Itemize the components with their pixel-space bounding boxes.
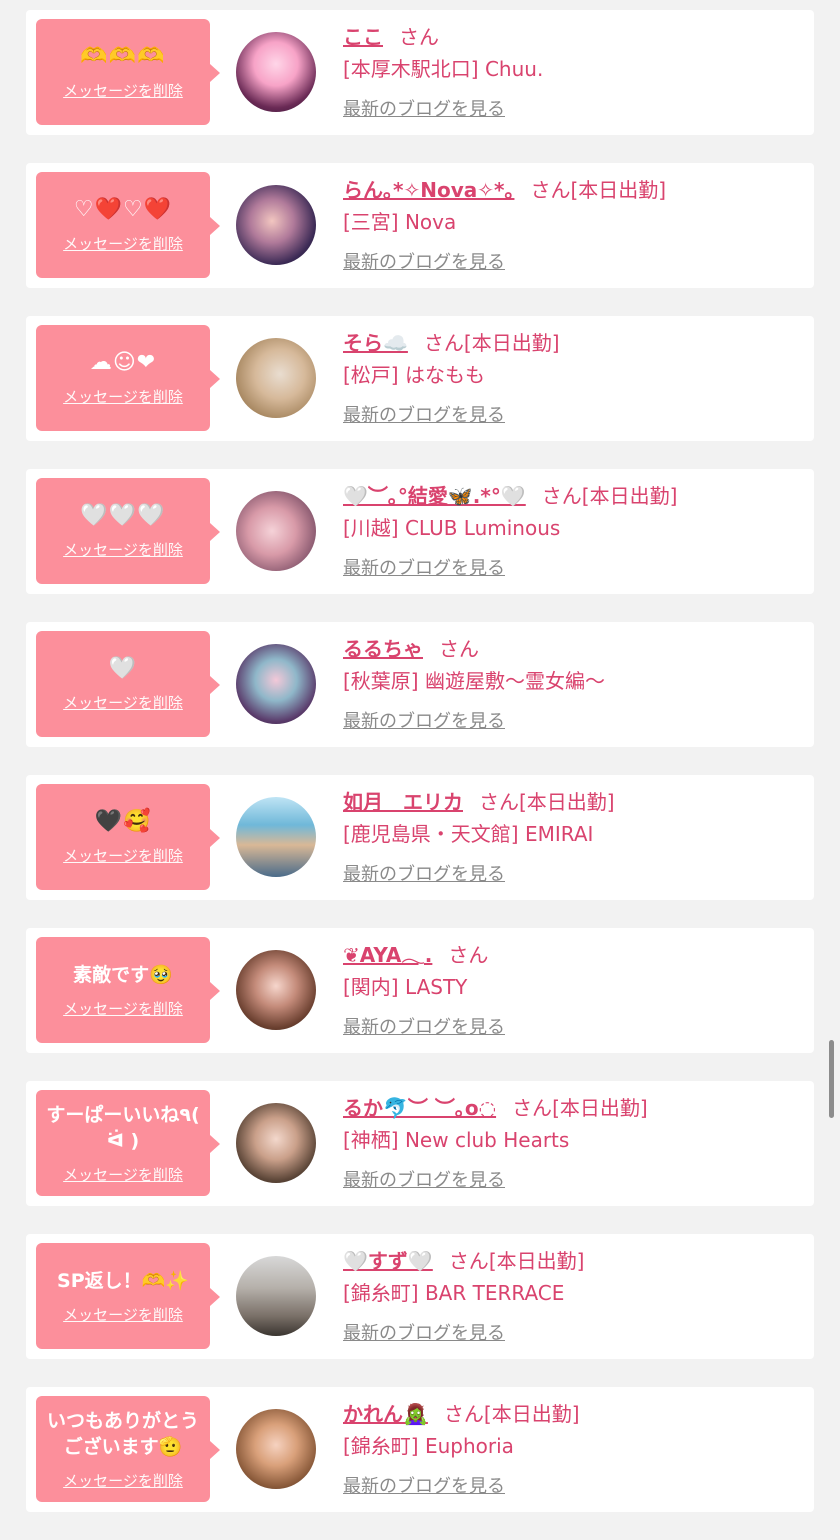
- delete-message-link[interactable]: メッセージを削除: [63, 1470, 183, 1491]
- message-text: 🤍🤍🤍: [80, 502, 166, 528]
- honorific: さん: [423, 331, 464, 355]
- cast-name-link[interactable]: そら☁️: [343, 331, 408, 355]
- message-bubble: すーぱーいいね٩( ᐛ ) メッセージを削除: [36, 1090, 220, 1196]
- shop-name: [松戸] はなもも: [343, 363, 485, 387]
- delete-message-link[interactable]: メッセージを削除: [63, 1304, 183, 1325]
- delete-message-link[interactable]: メッセージを削除: [63, 1164, 183, 1185]
- status-text: [本日出勤]: [552, 1096, 648, 1120]
- latest-blog-link[interactable]: 最新のブログを見る: [343, 1013, 505, 1039]
- status-text: [本日出勤]: [488, 1249, 585, 1273]
- latest-blog-link[interactable]: 最新のブログを見る: [343, 707, 505, 733]
- honorific: さん: [448, 1249, 489, 1273]
- avatar[interactable]: [236, 1103, 316, 1183]
- latest-blog-link[interactable]: 最新のブログを見る: [343, 1319, 505, 1345]
- avatar[interactable]: [236, 338, 316, 418]
- message-bubble: 🫶🫶🫶 メッセージを削除: [36, 19, 220, 125]
- latest-blog-link[interactable]: 最新のブログを見る: [343, 1166, 505, 1192]
- delete-message-link[interactable]: メッセージを削除: [63, 692, 183, 713]
- cast-name-link[interactable]: ❦AYA𓂃.: [343, 943, 432, 967]
- cast-name-link[interactable]: るるちゃ: [343, 637, 423, 661]
- message-card: ☁︎☺︎❤︎ メッセージを削除 そら☁️ さん[本日出勤] [松戸] はなもも 最…: [26, 316, 814, 441]
- message-bubble: ☁︎☺︎❤︎ メッセージを削除: [36, 325, 220, 431]
- honorific: さん: [448, 943, 489, 967]
- honorific: さん: [439, 637, 479, 661]
- message-bubble: SP返し！🫶✨ メッセージを削除: [36, 1243, 220, 1349]
- message-card: 🖤🥰 メッセージを削除 如月 エリカ さん[本日出勤] [鹿児島県・天文館] EM…: [26, 775, 814, 900]
- honorific: さん: [541, 484, 582, 508]
- message-text: いつもありがとうございます🫡: [46, 1409, 199, 1458]
- message-bubble: 🤍 メッセージを削除: [36, 631, 220, 737]
- shop-name: [錦糸町] BAR TERRACE: [343, 1281, 565, 1305]
- shop-name: [鹿児島県・天文館] EMIRAI: [343, 822, 594, 846]
- status-text: [本日出勤]: [483, 1402, 580, 1426]
- delete-message-link[interactable]: メッセージを削除: [63, 539, 183, 560]
- avatar[interactable]: [236, 950, 316, 1030]
- delete-message-link[interactable]: メッセージを削除: [63, 845, 183, 866]
- latest-blog-link[interactable]: 最新のブログを見る: [343, 1472, 505, 1498]
- message-text: ☁︎☺︎❤︎: [89, 349, 157, 375]
- message-card: 🤍 メッセージを削除 るるちゃ さん [秋葉原] 幽遊屋敷〜霊女編〜 最新のブログ…: [26, 622, 814, 747]
- latest-blog-link[interactable]: 最新のブログを見る: [343, 95, 505, 121]
- delete-message-link[interactable]: メッセージを削除: [63, 386, 183, 407]
- honorific: さん: [399, 25, 439, 49]
- cast-name-link[interactable]: ここ: [343, 25, 383, 49]
- honorific: さん: [443, 1402, 484, 1426]
- latest-blog-link[interactable]: 最新のブログを見る: [343, 248, 505, 274]
- message-card: いつもありがとうございます🫡 メッセージを削除 かれん🧟‍♀️ さん[本日出勤] …: [26, 1387, 814, 1512]
- message-card: すーぱーいいね٩( ᐛ ) メッセージを削除 るか🐬︶ ︶｡o◌ さん[本日出勤]…: [26, 1081, 814, 1206]
- shop-name: [神栖] New club Hearts: [343, 1128, 570, 1152]
- latest-blog-link[interactable]: 最新のブログを見る: [343, 554, 505, 580]
- latest-blog-link[interactable]: 最新のブログを見る: [343, 401, 505, 427]
- avatar[interactable]: [236, 32, 316, 112]
- cast-name-link[interactable]: 🤍︶｡°結愛🦋.*°🤍: [343, 484, 526, 508]
- message-bubble: 🖤🥰 メッセージを削除: [36, 784, 220, 890]
- cast-name-link[interactable]: かれん🧟‍♀️: [343, 1402, 428, 1426]
- message-card: 素敵です🥹 メッセージを削除 ❦AYA𓂃. さん [関内] LASTY 最新のブロ…: [26, 928, 814, 1053]
- latest-blog-link[interactable]: 最新のブログを見る: [343, 860, 505, 886]
- message-bubble: 🤍🤍🤍 メッセージを削除: [36, 478, 220, 584]
- status-text: [本日出勤]: [570, 178, 667, 202]
- honorific: さん: [479, 790, 519, 814]
- scrollbar[interactable]: [829, 1040, 834, 1118]
- delete-message-link[interactable]: メッセージを削除: [63, 233, 183, 254]
- avatar[interactable]: [236, 1256, 316, 1336]
- shop-name: [三宮] Nova: [343, 210, 457, 234]
- avatar[interactable]: [236, 644, 316, 724]
- cast-name-link[interactable]: らん｡*✧Nova✧*｡: [343, 178, 514, 202]
- message-text: 🤍: [108, 655, 138, 681]
- message-card: ♡❤️♡❤️ メッセージを削除 らん｡*✧Nova✧*｡ さん[本日出勤] [三宮…: [26, 163, 814, 288]
- status-text: [本日出勤]: [463, 331, 560, 355]
- status-text: [本日出勤]: [581, 484, 678, 508]
- cast-name-link[interactable]: 如月 エリカ: [343, 790, 463, 814]
- message-text: 🖤🥰: [94, 808, 152, 834]
- message-text: SP返し！🫶✨: [57, 1269, 189, 1292]
- message-text: 素敵です🥹: [73, 963, 173, 986]
- message-text: 🫶🫶🫶: [80, 43, 166, 69]
- shop-name: [本厚木駅北口] Chuu.: [343, 57, 544, 81]
- status-text: [本日出勤]: [519, 790, 615, 814]
- avatar[interactable]: [236, 797, 316, 877]
- avatar[interactable]: [236, 491, 316, 571]
- delete-message-link[interactable]: メッセージを削除: [63, 80, 183, 101]
- cast-name-link[interactable]: 🤍すず🤍: [343, 1249, 433, 1273]
- shop-name: [川越] CLUB Luminous: [343, 516, 561, 540]
- message-list: 🫶🫶🫶 メッセージを削除 ここ さん [本厚木駅北口] Chuu. 最新のブログを…: [26, 10, 814, 1540]
- cast-name-link[interactable]: るか🐬︶ ︶｡o◌: [343, 1096, 496, 1120]
- avatar[interactable]: [236, 185, 316, 265]
- honorific: さん: [530, 178, 571, 202]
- message-bubble: いつもありがとうございます🫡 メッセージを削除: [36, 1396, 220, 1502]
- honorific: さん: [512, 1096, 553, 1120]
- message-bubble: ♡❤️♡❤️ メッセージを削除: [36, 172, 220, 278]
- avatar[interactable]: [236, 1409, 316, 1489]
- message-text: すーぱーいいね٩( ᐛ ): [46, 1103, 200, 1152]
- shop-name: [秋葉原] 幽遊屋敷〜霊女編〜: [343, 669, 605, 693]
- shop-name: [錦糸町] Euphoria: [343, 1434, 514, 1458]
- message-bubble: 素敵です🥹 メッセージを削除: [36, 937, 220, 1043]
- message-text: ♡❤️♡❤️: [73, 196, 173, 222]
- shop-name: [関内] LASTY: [343, 975, 468, 999]
- message-card: SP返し！🫶✨ メッセージを削除 🤍すず🤍 さん[本日出勤] [錦糸町] BAR …: [26, 1234, 814, 1359]
- message-card: 🤍🤍🤍 メッセージを削除 🤍︶｡°結愛🦋.*°🤍 さん[本日出勤] [川越] CL…: [26, 469, 814, 594]
- message-card: 🫶🫶🫶 メッセージを削除 ここ さん [本厚木駅北口] Chuu. 最新のブログを…: [26, 10, 814, 135]
- delete-message-link[interactable]: メッセージを削除: [63, 998, 183, 1019]
